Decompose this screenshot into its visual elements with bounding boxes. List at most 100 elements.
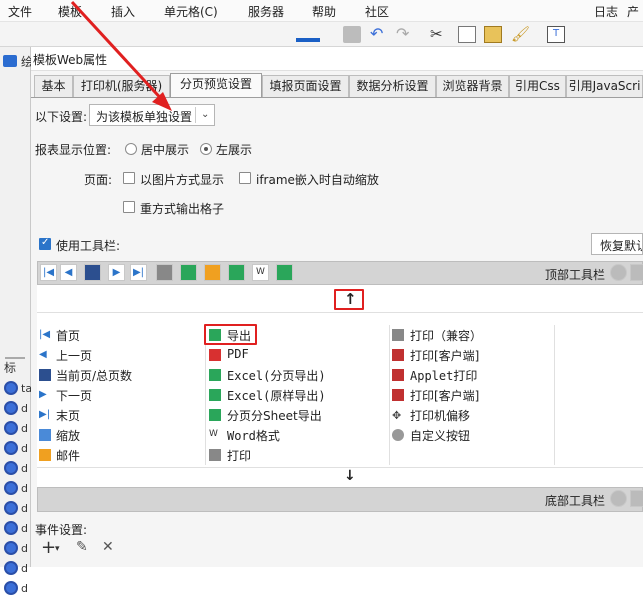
close-icon[interactable]: ✕ xyxy=(102,539,114,555)
save-icon[interactable] xyxy=(343,26,361,43)
gear-icon[interactable] xyxy=(630,264,643,281)
paste-icon[interactable] xyxy=(484,26,502,43)
checkbox-iframe-zoom-label: iframe嵌入时自动缩放 xyxy=(256,173,379,187)
prev-page-icon[interactable]: ◀ xyxy=(60,264,77,281)
print-icon xyxy=(209,449,221,461)
undo-icon[interactable]: ↶ xyxy=(370,26,388,43)
radio-center[interactable] xyxy=(125,143,137,155)
menu-product[interactable]: 产 xyxy=(627,3,639,20)
grid-btn-page-count[interactable]: 当前页/总页数 xyxy=(56,367,132,384)
tab-fill-page[interactable]: 填报页面设置 xyxy=(262,75,349,97)
dataset-icon[interactable] xyxy=(4,421,18,435)
menu-insert[interactable]: 插入 xyxy=(111,3,135,20)
dataset-icon[interactable] xyxy=(4,501,18,515)
restore-default-button[interactable]: 恢复默认 xyxy=(591,233,643,255)
menu-server[interactable]: 服务器 xyxy=(248,3,284,20)
redo-icon[interactable]: ↷ xyxy=(396,26,414,43)
grid-btn-prev[interactable]: 上一页 xyxy=(56,347,92,364)
dataset-icon[interactable] xyxy=(4,461,18,475)
dataset-label: d xyxy=(21,402,28,415)
down-arrow-icon[interactable]: ↓ xyxy=(344,468,356,484)
move-up-area: ↑ xyxy=(37,285,643,313)
edit-icon[interactable]: ✎ xyxy=(76,539,88,555)
grid-btn-excel-page[interactable]: Excel(分页导出) xyxy=(227,367,326,384)
underline-icon[interactable] xyxy=(296,28,320,42)
grid-btn-next[interactable]: 下一页 xyxy=(56,387,92,404)
grid-btn-print-compat[interactable]: 打印（兼容） xyxy=(410,327,482,344)
grid-btn-first[interactable]: 首页 xyxy=(56,327,80,344)
grid-btn-print[interactable]: 打印 xyxy=(227,447,251,464)
menu-community[interactable]: 社区 xyxy=(365,3,389,20)
format-brush-icon[interactable]: 🖌 xyxy=(511,26,530,43)
dataset-icon[interactable] xyxy=(4,541,18,555)
grid-btn-email[interactable]: 邮件 xyxy=(56,447,80,464)
print-icon xyxy=(392,329,404,341)
gear-icon[interactable] xyxy=(610,490,627,507)
page-count-icon[interactable] xyxy=(84,264,101,281)
grid-btn-client-print[interactable]: 打印[客户端] xyxy=(410,347,479,364)
grid-btn-pdf[interactable]: PDF xyxy=(227,347,249,361)
dataset-icon[interactable] xyxy=(4,521,18,535)
grid-btn-client-print-2[interactable]: 打印[客户端] xyxy=(410,387,479,404)
up-arrow-icon[interactable]: ↑ xyxy=(344,290,357,308)
tab-basic[interactable]: 基本 xyxy=(34,75,73,97)
excel-icon[interactable] xyxy=(228,264,245,281)
main-toolbar: ↶ ↷ ✂ 🖌 T xyxy=(0,22,643,47)
cut-icon[interactable]: ✂ xyxy=(430,26,448,43)
copy-icon[interactable] xyxy=(458,26,476,43)
export-icon[interactable] xyxy=(180,264,197,281)
menu-help[interactable]: 帮助 xyxy=(312,3,336,20)
client-print-icon xyxy=(392,389,404,401)
add-icon[interactable]: + xyxy=(41,537,56,558)
gear-icon[interactable] xyxy=(610,264,627,281)
grid-btn-sheet-export[interactable]: 分页分Sheet导出 xyxy=(227,407,322,424)
text-icon[interactable]: T xyxy=(547,26,565,43)
tab-css[interactable]: 引用Css xyxy=(509,75,566,97)
dataset-icon[interactable] xyxy=(4,381,18,395)
first-page-icon[interactable]: |◀ xyxy=(40,264,57,281)
restore-default-label: 恢复默认 xyxy=(600,239,642,253)
grid-btn-export[interactable]: 导出 xyxy=(227,327,251,344)
grid-col-divider xyxy=(205,325,206,465)
web-attributes-dialog: 模板Web属性 基本 打印机(服务器) 分页预览设置 填报页面设置 数据分析设置… xyxy=(31,47,643,567)
bottom-toolbar-label: 底部工具栏 xyxy=(545,494,606,508)
setting-select[interactable]: 为该模板单独设置 ⌄ xyxy=(89,104,215,126)
tab-javascript[interactable]: 引用JavaScri xyxy=(566,75,643,97)
last-page-icon[interactable]: ▶| xyxy=(130,264,147,281)
tab-data-analysis[interactable]: 数据分析设置 xyxy=(349,75,436,97)
tab-page-preview[interactable]: 分页预览设置 xyxy=(170,73,262,98)
dataset-icon[interactable] xyxy=(4,581,18,595)
tab-browser-bg[interactable]: 浏览器背景 xyxy=(436,75,509,97)
dataset-icon[interactable] xyxy=(4,401,18,415)
checkbox-image-display[interactable] xyxy=(123,172,135,184)
checkbox-use-toolbar[interactable]: ✓ xyxy=(39,237,51,250)
dataset-icon[interactable] xyxy=(4,561,18,575)
next-page-icon[interactable]: ▶ xyxy=(108,264,125,281)
email-icon xyxy=(39,449,51,461)
menu-template[interactable]: 模板 xyxy=(58,3,82,20)
grid-btn-excel-orig[interactable]: Excel(原样导出) xyxy=(227,387,326,404)
chevron-down-icon[interactable]: ▾ xyxy=(55,544,60,554)
last-page-icon: ▶| xyxy=(39,409,51,420)
grid-btn-custom[interactable]: 自定义按钮 xyxy=(410,427,470,444)
checkbox-iframe-zoom[interactable] xyxy=(239,172,251,184)
dataset-icon[interactable] xyxy=(4,441,18,455)
word-icon[interactable]: W xyxy=(252,264,269,281)
menu-log[interactable]: 日志 xyxy=(594,3,618,20)
menu-cell[interactable]: 单元格(C) xyxy=(164,3,218,20)
grid-btn-printer-offset[interactable]: 打印机偏移 xyxy=(410,407,470,424)
excel-sheet-icon[interactable] xyxy=(276,264,293,281)
menu-file[interactable]: 文件 xyxy=(8,3,32,20)
print-icon[interactable] xyxy=(156,264,173,281)
radio-left[interactable] xyxy=(200,143,212,155)
grid-btn-word[interactable]: Word格式 xyxy=(227,427,280,444)
checkbox-output-grid[interactable] xyxy=(123,201,135,213)
email-icon[interactable] xyxy=(204,264,221,281)
grid-btn-last[interactable]: 末页 xyxy=(56,407,80,424)
dataset-icon[interactable] xyxy=(4,481,18,495)
client-print-icon xyxy=(392,349,404,361)
grid-btn-applet-print[interactable]: Applet打印 xyxy=(410,367,477,384)
tab-printer-server[interactable]: 打印机(服务器) xyxy=(73,75,170,97)
grid-btn-zoom[interactable]: 缩放 xyxy=(56,427,80,444)
gear-icon[interactable] xyxy=(630,490,643,507)
